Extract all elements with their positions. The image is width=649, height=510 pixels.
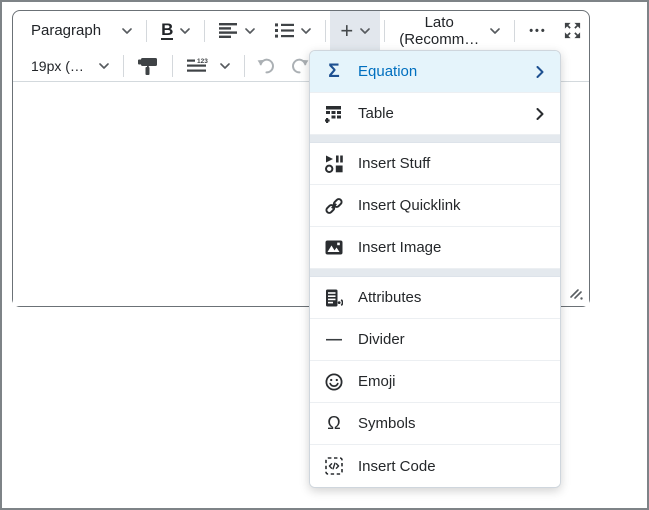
menu-item-label: Table <box>358 105 394 122</box>
toolbar-separator <box>325 20 326 42</box>
menu-item-emoji[interactable]: Emoji <box>310 361 560 403</box>
font-family-dropdown[interactable]: Lato (Recomm… <box>389 11 510 50</box>
paragraph-format-dropdown[interactable]: Paragraph <box>21 11 142 50</box>
chevron-down-icon <box>99 63 109 69</box>
toolbar-separator <box>123 55 124 77</box>
menu-item-insert-stuff[interactable]: Insert Stuff <box>310 143 560 185</box>
menu-item-insert-code[interactable]: Insert Code <box>310 445 560 487</box>
toolbar-separator <box>172 55 173 77</box>
redo-icon <box>291 57 309 74</box>
line-spacing-icon: 123 <box>187 58 213 73</box>
menu-item-label: Insert Quicklink <box>358 197 461 214</box>
toolbar-separator <box>244 55 245 77</box>
ellipsis-icon: ••• <box>529 25 547 37</box>
format-painter-button[interactable] <box>128 50 168 81</box>
fullscreen-expand-icon <box>563 21 582 40</box>
chevron-right-icon <box>536 108 544 120</box>
screenshot-root: Paragraph B <box>0 0 649 510</box>
svg-text:123: 123 <box>197 58 208 65</box>
chevron-down-icon <box>301 28 311 34</box>
undo-icon <box>257 57 275 74</box>
link-icon <box>324 197 344 215</box>
plus-icon: + <box>340 20 353 42</box>
menu-item-label: Insert Code <box>358 458 436 475</box>
menu-item-label: Equation <box>358 63 417 80</box>
menu-item-attributes[interactable]: Attributes <box>310 277 560 319</box>
fullscreen-button[interactable] <box>557 11 588 50</box>
menu-group-separator <box>310 269 560 277</box>
font-size-value: 19px (… <box>31 58 84 74</box>
menu-item-label: Attributes <box>358 289 421 306</box>
code-icon <box>324 457 344 475</box>
menu-item-label: Divider <box>358 331 405 348</box>
chevron-right-icon <box>536 66 544 78</box>
list-dropdown[interactable] <box>265 11 321 50</box>
divider-icon: — <box>324 331 344 349</box>
chevron-down-icon <box>490 28 500 34</box>
menu-item-label: Insert Stuff <box>358 155 430 172</box>
menu-item-label: Symbols <box>358 415 416 432</box>
insert-dropdown[interactable]: + <box>330 11 380 50</box>
bold-label: B <box>161 21 173 41</box>
toolbar-separator <box>204 20 205 42</box>
menu-item-insert-quicklink[interactable]: Insert Quicklink <box>310 185 560 227</box>
toolbar-separator <box>146 20 147 42</box>
menu-item-label: Emoji <box>358 373 396 390</box>
insert-menu: Σ Equation Table Insert Stuff Insert Qui… <box>309 50 561 488</box>
attributes-icon <box>324 289 344 307</box>
toolbar-separator <box>384 20 385 42</box>
chevron-down-icon <box>220 63 230 69</box>
table-icon <box>324 105 344 123</box>
menu-item-label: Insert Image <box>358 239 441 256</box>
align-left-icon <box>219 23 238 38</box>
chevron-down-icon <box>122 28 132 34</box>
chevron-down-icon <box>245 28 255 34</box>
sigma-icon: Σ <box>324 61 344 83</box>
toolbar-separator <box>514 20 515 42</box>
undo-button[interactable] <box>249 50 283 81</box>
menu-item-equation[interactable]: Σ Equation <box>310 51 560 93</box>
bullet-list-icon <box>275 23 294 38</box>
resize-handle[interactable] <box>569 287 585 303</box>
format-painter-icon <box>138 57 158 75</box>
paragraph-format-value: Paragraph <box>31 22 101 39</box>
more-actions-button[interactable]: ••• <box>519 11 557 50</box>
menu-item-symbols[interactable]: Ω Symbols <box>310 403 560 445</box>
omega-icon: Ω <box>324 413 344 434</box>
bold-dropdown[interactable]: B <box>151 11 200 50</box>
menu-item-table[interactable]: Table <box>310 93 560 135</box>
font-size-dropdown[interactable]: 19px (… <box>21 50 119 81</box>
toolbar-row-1: Paragraph B <box>13 11 589 50</box>
menu-item-insert-image[interactable]: Insert Image <box>310 227 560 269</box>
font-family-value: Lato (Recomm… <box>399 14 479 48</box>
line-spacing-dropdown[interactable]: 123 <box>177 50 240 81</box>
media-icon <box>324 155 344 173</box>
emoji-icon <box>324 373 344 391</box>
chevron-down-icon <box>180 28 190 34</box>
alignment-dropdown[interactable] <box>209 11 265 50</box>
menu-item-divider[interactable]: — Divider <box>310 319 560 361</box>
menu-group-separator <box>310 135 560 143</box>
chevron-down-icon <box>360 28 370 34</box>
image-icon <box>324 240 344 255</box>
